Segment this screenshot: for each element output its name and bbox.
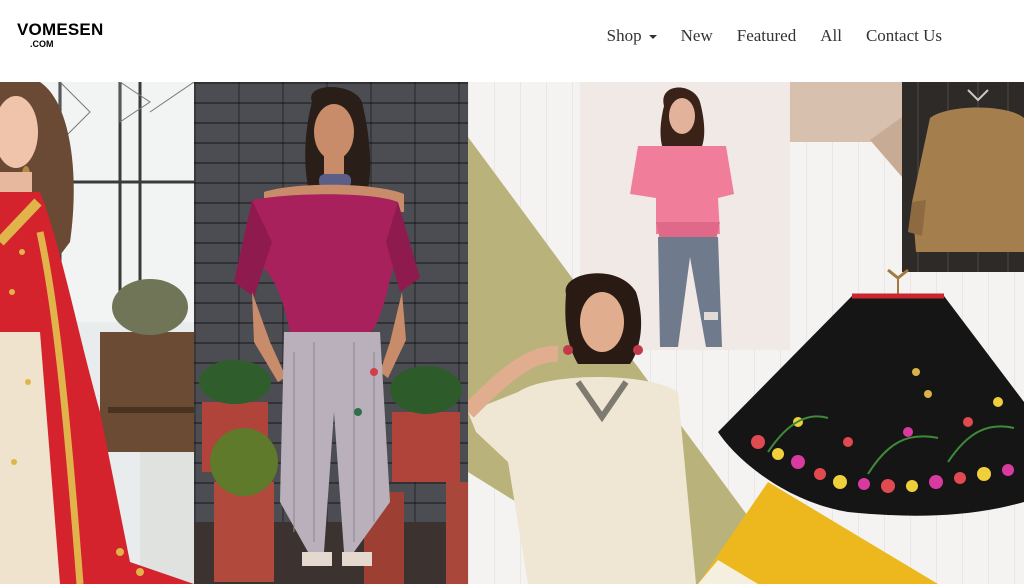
hero-panel-offshoulder	[194, 82, 468, 584]
nav-contact-us[interactable]: Contact Us	[866, 26, 942, 46]
nav-shop[interactable]: Shop	[607, 26, 657, 46]
caret-down-icon	[648, 35, 657, 39]
hero-panel-saree	[0, 82, 194, 584]
saree-photo	[0, 82, 194, 584]
offshoulder-photo	[194, 87, 468, 584]
brand-name: VOMESEN	[17, 20, 104, 39]
nav-all[interactable]: All	[820, 26, 842, 46]
collage-graphic	[468, 82, 1024, 584]
nav-new[interactable]: New	[681, 26, 713, 46]
hero-panel-collage	[468, 82, 1024, 584]
nav-featured[interactable]: Featured	[737, 26, 796, 46]
nav-shop-label: Shop	[606, 26, 642, 45]
brand-logo[interactable]: VOMESEN .COM	[17, 20, 103, 50]
main-nav: Shop New Featured All Contact Us	[607, 26, 942, 46]
brand-suffix: .COM	[30, 39, 54, 49]
site-header: VOMESEN .COM Shop New Featured All Conta…	[0, 0, 1024, 82]
hero-banner[interactable]	[0, 82, 1024, 584]
